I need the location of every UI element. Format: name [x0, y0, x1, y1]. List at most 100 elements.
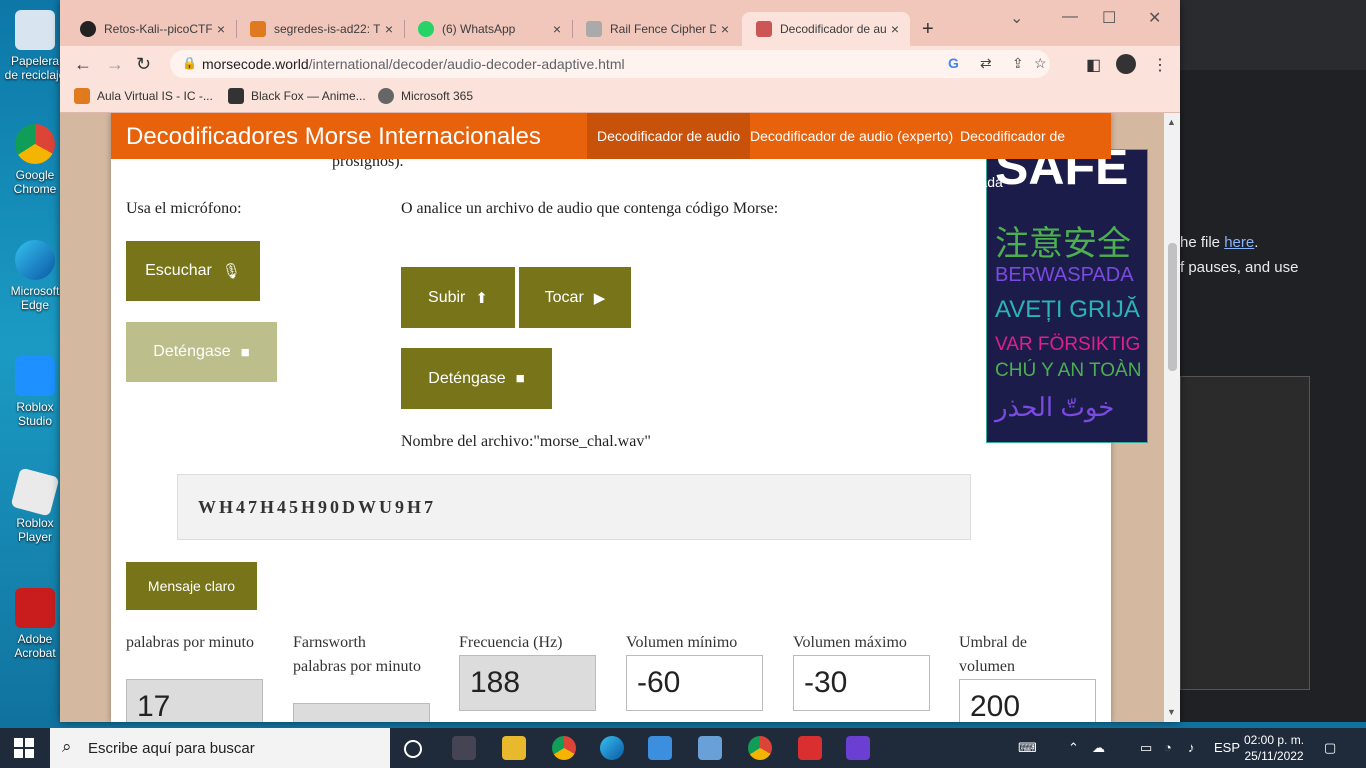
close-icon[interactable]: ×: [380, 21, 398, 37]
tab-rail-fence[interactable]: Rail Fence Cipher D ×: [572, 12, 740, 46]
volume-icon[interactable]: ♪: [1188, 740, 1195, 755]
moodle-icon: [250, 21, 266, 37]
store-icon[interactable]: [648, 736, 672, 760]
desktop-icon-chrome[interactable]: Google Chrome: [4, 124, 66, 196]
task-view-icon[interactable]: [452, 736, 476, 760]
tab-whatsapp[interactable]: (6) WhatsApp ×: [404, 12, 572, 46]
close-window-button[interactable]: ✕: [1148, 8, 1161, 28]
desktop-icon-recycle-bin[interactable]: Papelera de reciclaje: [4, 10, 66, 82]
close-icon[interactable]: ×: [886, 21, 904, 37]
address-bar[interactable]: 🔒 morsecode.world/international/decoder/…: [170, 50, 1050, 78]
virtualbox-icon[interactable]: [698, 736, 722, 760]
close-icon[interactable]: ×: [716, 21, 734, 37]
cortana-icon[interactable]: [404, 740, 422, 758]
desktop-icon-adobe[interactable]: Adobe Acrobat: [4, 588, 66, 660]
background-window-link[interactable]: here: [1224, 234, 1254, 251]
wifi-icon[interactable]: ◔: [1164, 740, 1172, 755]
page-scrollbar[interactable]: ▲ ▼: [1164, 113, 1180, 722]
edge-icon: [15, 240, 55, 280]
share-icon[interactable]: ⇪: [1012, 55, 1024, 72]
background-window-text-1: he file here.: [1180, 234, 1259, 251]
tab-strip: Retos-Kali--picoCTF × segredes-is-ad22: …: [60, 0, 1180, 46]
nav-gaze-decoder[interactable]: Decodificador de mirada: [950, 113, 1111, 190]
edge-taskbar-icon[interactable]: [600, 736, 624, 760]
keyboard-icon[interactable]: ⌨: [1018, 740, 1037, 756]
browser-window[interactable]: Retos-Kali--picoCTF × segredes-is-ad22: …: [60, 0, 1180, 722]
windows-start-icon[interactable]: [14, 738, 34, 758]
desktop-icon-roblox-studio[interactable]: Roblox Studio: [4, 356, 66, 428]
play-icon: ▶: [593, 289, 606, 307]
language-indicator[interactable]: ESP: [1214, 740, 1240, 755]
chrome-profile-taskbar-icon[interactable]: [748, 736, 772, 760]
farnsworth-input[interactable]: [293, 703, 430, 722]
filename-text: Nombre del archivo:"morse_chal.wav": [401, 433, 651, 450]
min-volume-input[interactable]: -60: [626, 655, 763, 711]
translate-icon[interactable]: ⇄: [980, 55, 992, 72]
tab-segredes[interactable]: segredes-is-ad22: T ×: [236, 12, 404, 46]
stop-icon: ■: [515, 370, 525, 387]
forward-button[interactable]: →: [106, 54, 124, 75]
reload-button[interactable]: ↻: [136, 54, 151, 75]
tab-github[interactable]: Retos-Kali--picoCTF ×: [66, 12, 236, 46]
new-tab-button[interactable]: +: [922, 18, 934, 41]
notifications-icon[interactable]: ▢: [1324, 740, 1336, 756]
clock[interactable]: 02:00 p. m. 25/11/2022: [1244, 732, 1304, 764]
nav-audio-decoder[interactable]: Decodificador de audio: [587, 113, 751, 159]
bookmark-black-fox[interactable]: Black Fox — Anime...: [228, 88, 366, 104]
tab-decodificador[interactable]: Decodificador de au ×: [742, 12, 910, 46]
listen-button[interactable]: Escuchar 🎙: [126, 241, 260, 301]
stop-button-file[interactable]: Deténgase ■: [401, 348, 552, 409]
battery-icon[interactable]: ▭: [1140, 740, 1152, 756]
decoded-output[interactable]: WH47H45H90DWU9H7: [177, 474, 971, 540]
github-icon: [80, 21, 96, 37]
bookmark-star-icon[interactable]: ☆: [1034, 55, 1047, 72]
advertisement[interactable]: SAFE 注意安全 BERWASPADA AVEȚI GRIJĂ VAR FÖR…: [986, 149, 1148, 443]
scrollbar-thumb[interactable]: [1168, 243, 1177, 371]
nav-audio-decoder-expert[interactable]: Decodificador de audio (experto): [740, 113, 963, 159]
obsidian-icon[interactable]: [846, 736, 870, 760]
close-icon[interactable]: ×: [212, 21, 230, 37]
chrome-taskbar-icon[interactable]: [552, 736, 576, 760]
scroll-down-icon[interactable]: ▼: [1167, 707, 1176, 717]
google-icon[interactable]: G: [948, 55, 959, 71]
clear-message-button[interactable]: Mensaje claro: [126, 562, 257, 610]
scroll-up-icon[interactable]: ▲: [1167, 117, 1176, 127]
stop-button-mic[interactable]: Deténgase ■: [126, 322, 277, 382]
desktop-icon-edge[interactable]: Microsoft Edge: [4, 240, 66, 312]
blackfox-icon: [228, 88, 244, 104]
mic-label: Usa el micrófono:: [126, 200, 242, 217]
play-button[interactable]: Tocar ▶: [519, 267, 631, 328]
menu-icon[interactable]: ⋮: [1152, 55, 1168, 75]
taskbar-search[interactable]: ⌕ Escribe aquí para buscar: [50, 728, 390, 768]
upload-button[interactable]: Subir ⬆: [401, 267, 515, 328]
bookmark-microsoft-365[interactable]: Microsoft 365: [378, 88, 473, 104]
profile-avatar[interactable]: [1116, 54, 1136, 74]
back-button[interactable]: ←: [74, 54, 92, 75]
media-player-icon[interactable]: [798, 736, 822, 760]
close-icon[interactable]: ×: [548, 21, 566, 37]
ad-line-7: خوتّ الحذر: [995, 392, 1115, 422]
page-viewport: prosignos). Usa el micrófono: Escuchar 🎙 …: [60, 113, 1164, 722]
minimize-button[interactable]: —: [1062, 8, 1078, 26]
bookmark-aula-virtual[interactable]: Aula Virtual IS - IC -...: [74, 88, 213, 104]
tray-chevron-icon[interactable]: ⌃: [1068, 740, 1079, 756]
stop-icon: ■: [240, 343, 250, 361]
onedrive-icon[interactable]: ☁: [1092, 740, 1105, 756]
side-panel-icon[interactable]: ◧: [1086, 55, 1101, 75]
file-explorer-icon[interactable]: [502, 736, 526, 760]
toolbar: ← → ↻ 🔒 morsecode.world/international/de…: [60, 46, 1180, 82]
max-volume-input[interactable]: -30: [793, 655, 930, 711]
threshold-input[interactable]: 200: [959, 679, 1096, 722]
desktop-icon-roblox-player[interactable]: Roblox Player: [4, 467, 66, 544]
frequency-label: Frecuencia (Hz): [459, 634, 563, 651]
tab-search-icon[interactable]: ⌄: [1010, 8, 1023, 28]
file-label: O analice un archivo de audio que conten…: [401, 200, 779, 217]
lock-icon[interactable]: 🔒: [182, 56, 197, 70]
site-brand[interactable]: Decodificadores Morse Internacionales: [126, 123, 541, 151]
ad-line-5: VAR FÖRSIKTIG: [995, 334, 1141, 355]
wpm-label: palabras por minuto: [126, 634, 254, 651]
ad-line-3: BERWASPADA: [995, 264, 1134, 286]
wpm-input[interactable]: 17: [126, 679, 263, 722]
maximize-button[interactable]: ☐: [1102, 8, 1116, 28]
frequency-input[interactable]: 188: [459, 655, 596, 711]
